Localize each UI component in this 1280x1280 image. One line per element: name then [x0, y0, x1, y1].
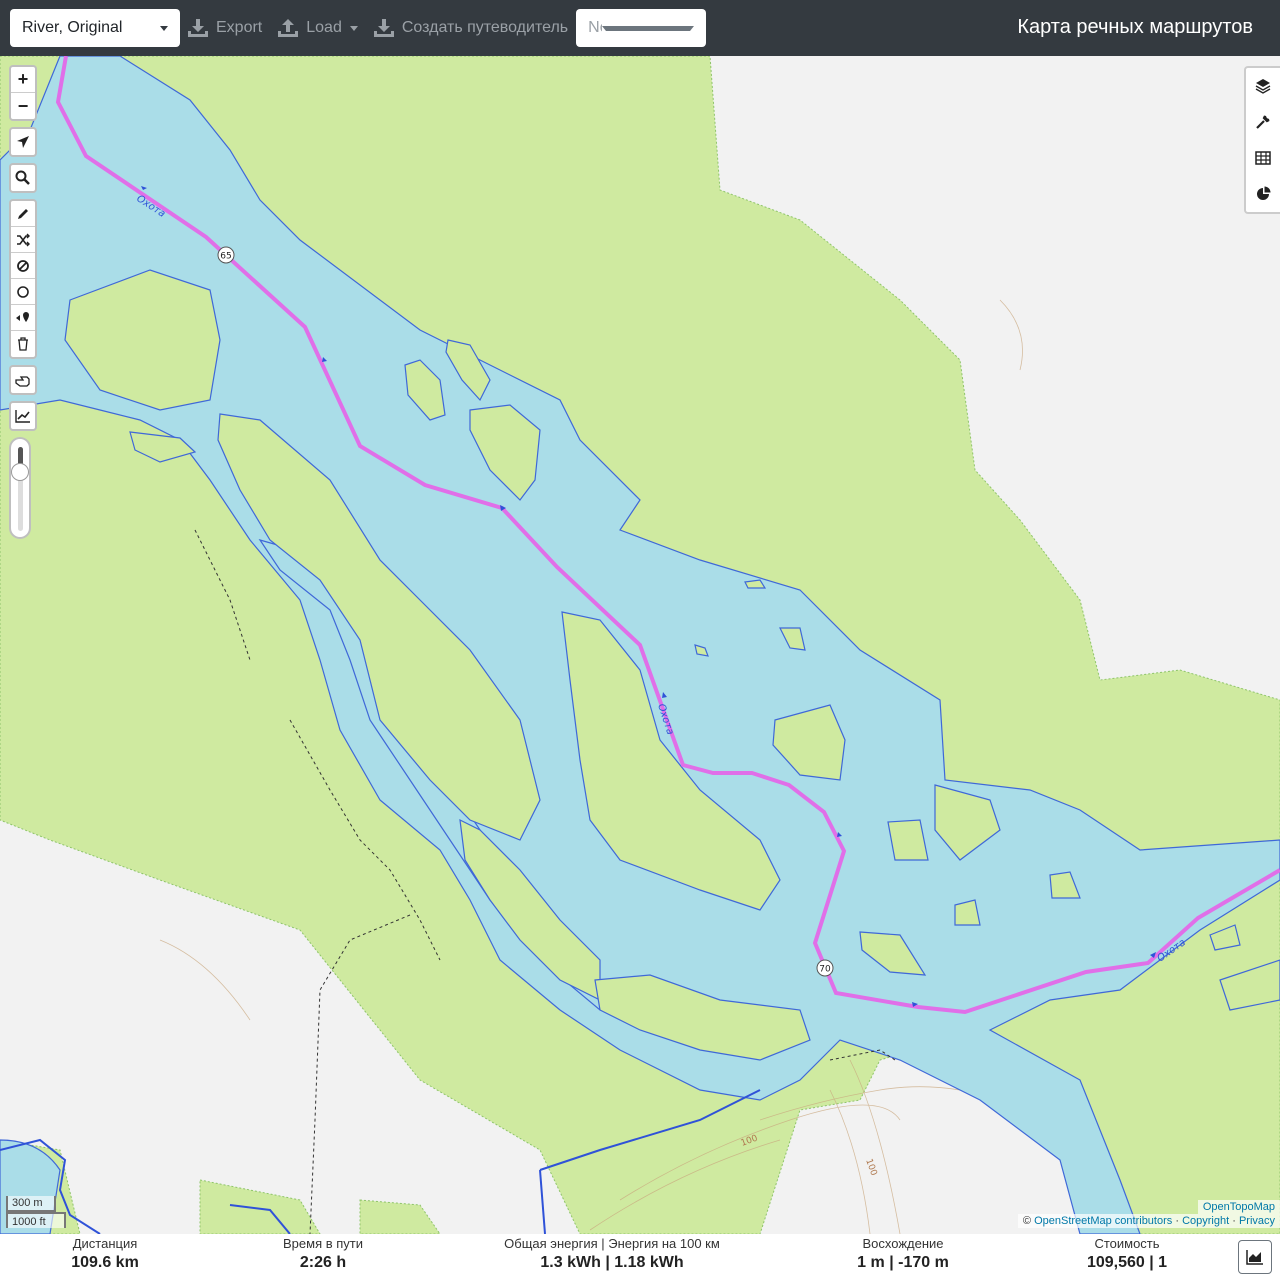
layers-button[interactable] — [1246, 68, 1280, 104]
elevation-chart-button[interactable] — [1238, 1240, 1272, 1274]
chevron-down-icon — [349, 25, 358, 31]
circle-icon — [17, 285, 29, 298]
separator: · — [1232, 1215, 1236, 1227]
locate-button[interactable] — [11, 129, 35, 155]
circle-button[interactable] — [11, 279, 35, 305]
create-guide-label: Создать путеводитель — [401, 19, 569, 36]
settings-button[interactable] — [1246, 104, 1280, 140]
stat-cost: Стоимость 109,560 | 1 — [1052, 1236, 1202, 1272]
shuffle-button[interactable] — [11, 227, 35, 253]
pie-chart-icon — [1257, 186, 1271, 200]
copyright-sign: © — [1022, 1215, 1032, 1227]
search-icon — [15, 170, 30, 185]
export-label: Export — [216, 19, 263, 36]
draw-button[interactable] — [11, 201, 35, 227]
delete-button[interactable] — [11, 331, 35, 357]
search-control — [9, 163, 37, 193]
stat-label: Восхождение — [862, 1236, 944, 1251]
ban-icon — [17, 259, 29, 272]
tiles-link[interactable]: OpenTopoMap — [1203, 1201, 1275, 1213]
slider-handle[interactable] — [11, 463, 29, 481]
map-canvas[interactable]: Охота Охота Охота 100 100 65 70 — [0, 56, 1280, 1234]
copyright-link[interactable]: Copyright — [1182, 1215, 1229, 1227]
zoom-in-button[interactable]: + — [11, 67, 35, 93]
stat-value: 109,560 | 1 — [1086, 1254, 1168, 1271]
stat-value: 109.6 km — [71, 1254, 139, 1271]
stat-label: Общая энергия | Энергия на 100 км — [504, 1236, 720, 1251]
hand-icon — [15, 376, 30, 387]
download-icon — [373, 19, 394, 37]
stat-distance: Дистанция 109.6 km — [40, 1236, 170, 1272]
stat-energy: Общая энергия | Энергия на 100 км 1.3 kW… — [486, 1236, 738, 1272]
draw-toolbar — [9, 199, 37, 359]
waypoint-button[interactable] — [11, 305, 35, 331]
stat-travel-time: Время в пути 2:26 h — [258, 1236, 388, 1272]
draw-icon — [18, 208, 28, 219]
track-select[interactable]: Nothing selected — [576, 9, 707, 47]
statistics-button[interactable] — [1246, 176, 1280, 212]
route-stats-bar: Дистанция 109.6 km Время в пути 2:26 h О… — [0, 1234, 1280, 1280]
stat-label: Стоимость — [1094, 1236, 1160, 1251]
right-control-bar — [1244, 66, 1280, 214]
app-title: Карта речных маршрутов — [1017, 16, 1253, 38]
waypoint-label: 65 — [220, 252, 231, 262]
search-button[interactable] — [11, 165, 35, 191]
load-label: Load — [306, 19, 342, 36]
table-button[interactable] — [1246, 140, 1280, 176]
download-icon — [188, 19, 208, 37]
stat-label: Время в пути — [283, 1236, 363, 1251]
zoom-out-button[interactable]: − — [11, 93, 35, 119]
hand-control — [9, 365, 37, 395]
privacy-link[interactable]: Privacy — [1239, 1215, 1275, 1227]
layers-icon — [1255, 79, 1271, 94]
map-attribution: OpenTopoMap © OpenStreetMap contributors… — [1017, 1200, 1280, 1228]
track-select-placeholder: Nothing selected — [588, 19, 602, 36]
shuffle-icon — [17, 233, 30, 246]
scale-imperial: 1000 ft — [6, 1212, 66, 1228]
upload-icon — [278, 19, 299, 37]
stat-ascent: Восхождение 1 m | -170 m — [828, 1236, 978, 1272]
chevron-down-icon — [602, 25, 695, 31]
zoom-control: + − — [9, 65, 37, 121]
area-chart-icon — [1246, 1250, 1263, 1265]
table-icon — [1255, 151, 1271, 165]
elevation-icon — [15, 410, 30, 423]
top-navbar: River, Original Export Load Создать путе… — [0, 0, 1280, 56]
chevron-down-icon — [160, 25, 168, 31]
waypoint-marker[interactable]: 70 — [816, 959, 834, 977]
profile-select[interactable]: River, Original — [10, 9, 180, 47]
elevation-control — [9, 401, 37, 431]
create-guide-button[interactable]: Создать путеводитель — [373, 9, 569, 47]
stat-value: 1 m | -170 m — [857, 1254, 949, 1271]
trash-icon — [18, 337, 28, 351]
osm-link[interactable]: OpenStreetMap contributors — [1034, 1215, 1172, 1227]
waypoint-label: 70 — [819, 965, 831, 975]
elevation-button[interactable] — [11, 403, 35, 429]
wrench-icon — [1256, 115, 1270, 129]
stat-value: 2:26 h — [299, 1254, 347, 1271]
scale-bar: 300 m 1000 ft — [6, 1196, 66, 1228]
map-tiles: Охота Охота Охота 100 100 65 70 — [0, 56, 1280, 1234]
scale-metric: 300 m — [6, 1196, 56, 1212]
hand-button[interactable] — [11, 367, 35, 393]
waypoint-marker[interactable]: 65 — [217, 246, 235, 264]
stat-value: 1.3 kWh | 1.18 kWh — [540, 1254, 684, 1271]
opacity-slider[interactable] — [9, 437, 31, 539]
waypoint-icon — [16, 311, 29, 322]
separator: · — [1175, 1215, 1179, 1227]
profile-select-value: River, Original — [22, 19, 123, 36]
locate-icon — [17, 136, 29, 148]
locate-control — [9, 127, 37, 157]
load-button[interactable]: Load — [278, 9, 358, 47]
stat-label: Дистанция — [72, 1236, 138, 1251]
no-go-button[interactable] — [11, 253, 35, 279]
export-button[interactable]: Export — [188, 9, 262, 47]
